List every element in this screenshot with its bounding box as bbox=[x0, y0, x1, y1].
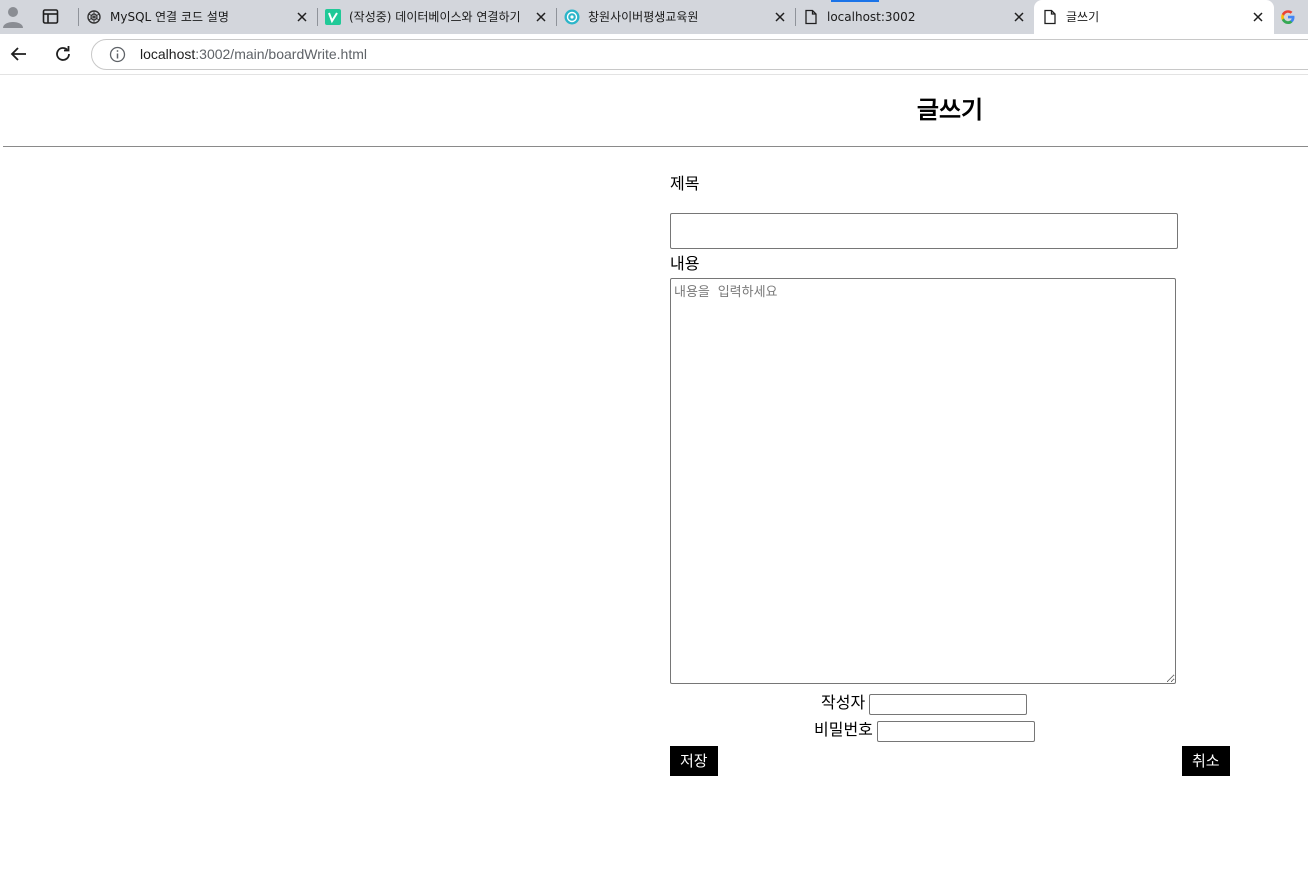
tab-strip: MySQL 연결 코드 설명 (작성중) 데이터베이스와 연결하기 창원사이버평… bbox=[0, 0, 1308, 34]
tab-separator bbox=[317, 8, 318, 26]
password-label: 비밀번호 bbox=[814, 720, 873, 739]
content-textarea[interactable] bbox=[670, 278, 1176, 684]
reload-icon[interactable] bbox=[53, 44, 73, 64]
title-input[interactable] bbox=[670, 213, 1178, 249]
tab-write-active[interactable]: 글쓰기 bbox=[1034, 0, 1274, 34]
close-tab-icon[interactable] bbox=[1013, 11, 1025, 23]
tab-localhost[interactable]: localhost:3002 bbox=[795, 0, 1035, 34]
tab-title: 창원사이버평생교육원 bbox=[588, 10, 699, 24]
content-label: 내용 bbox=[670, 254, 700, 273]
page-title: 글쓰기 bbox=[916, 96, 984, 124]
url-path: :3002/main/boardWrite.html bbox=[195, 46, 367, 62]
divider bbox=[3, 146, 1308, 147]
close-tab-icon[interactable] bbox=[774, 11, 786, 23]
tab-separator bbox=[78, 8, 79, 26]
tab-title: localhost:3002 bbox=[827, 10, 916, 24]
profile-avatar-icon[interactable] bbox=[3, 6, 23, 28]
save-button[interactable]: 저장 bbox=[670, 746, 718, 776]
tab-separator bbox=[795, 8, 796, 26]
loading-indicator bbox=[831, 0, 879, 2]
google-icon[interactable] bbox=[1280, 9, 1296, 25]
site-info-icon[interactable] bbox=[109, 46, 126, 63]
browser-toolbar: localhost:3002/main/boardWrite.html bbox=[0, 34, 1308, 75]
tab-title: (작성중) 데이터베이스와 연결하기 bbox=[349, 10, 521, 24]
back-arrow-icon[interactable] bbox=[9, 44, 29, 64]
tab-title: MySQL 연결 코드 설명 bbox=[110, 10, 229, 24]
velog-icon bbox=[325, 9, 341, 25]
url-text: localhost:3002/main/boardWrite.html bbox=[140, 46, 367, 63]
tab-separator bbox=[556, 8, 557, 26]
tab-actions-icon[interactable] bbox=[42, 8, 59, 25]
close-tab-icon[interactable] bbox=[535, 11, 547, 23]
tab-title: 글쓰기 bbox=[1066, 10, 1100, 24]
cancel-button[interactable]: 취소 bbox=[1182, 746, 1230, 776]
address-bar[interactable]: localhost:3002/main/boardWrite.html bbox=[91, 39, 1308, 70]
close-tab-icon[interactable] bbox=[296, 11, 308, 23]
password-input[interactable] bbox=[877, 721, 1035, 742]
page-icon bbox=[1044, 9, 1056, 25]
tab-velog[interactable]: (작성중) 데이터베이스와 연결하기 bbox=[317, 0, 557, 34]
url-host: localhost bbox=[140, 46, 196, 62]
openai-icon bbox=[87, 10, 101, 24]
author-input[interactable] bbox=[869, 694, 1027, 715]
tab-mysql[interactable]: MySQL 연결 코드 설명 bbox=[78, 0, 318, 34]
title-label: 제목 bbox=[670, 174, 700, 193]
close-tab-icon[interactable] bbox=[1252, 11, 1264, 23]
cyber-edu-icon bbox=[564, 9, 580, 25]
tab-cyber-edu[interactable]: 창원사이버평생교육원 bbox=[556, 0, 796, 34]
page-icon bbox=[805, 9, 817, 25]
author-label: 작성자 bbox=[821, 693, 866, 712]
